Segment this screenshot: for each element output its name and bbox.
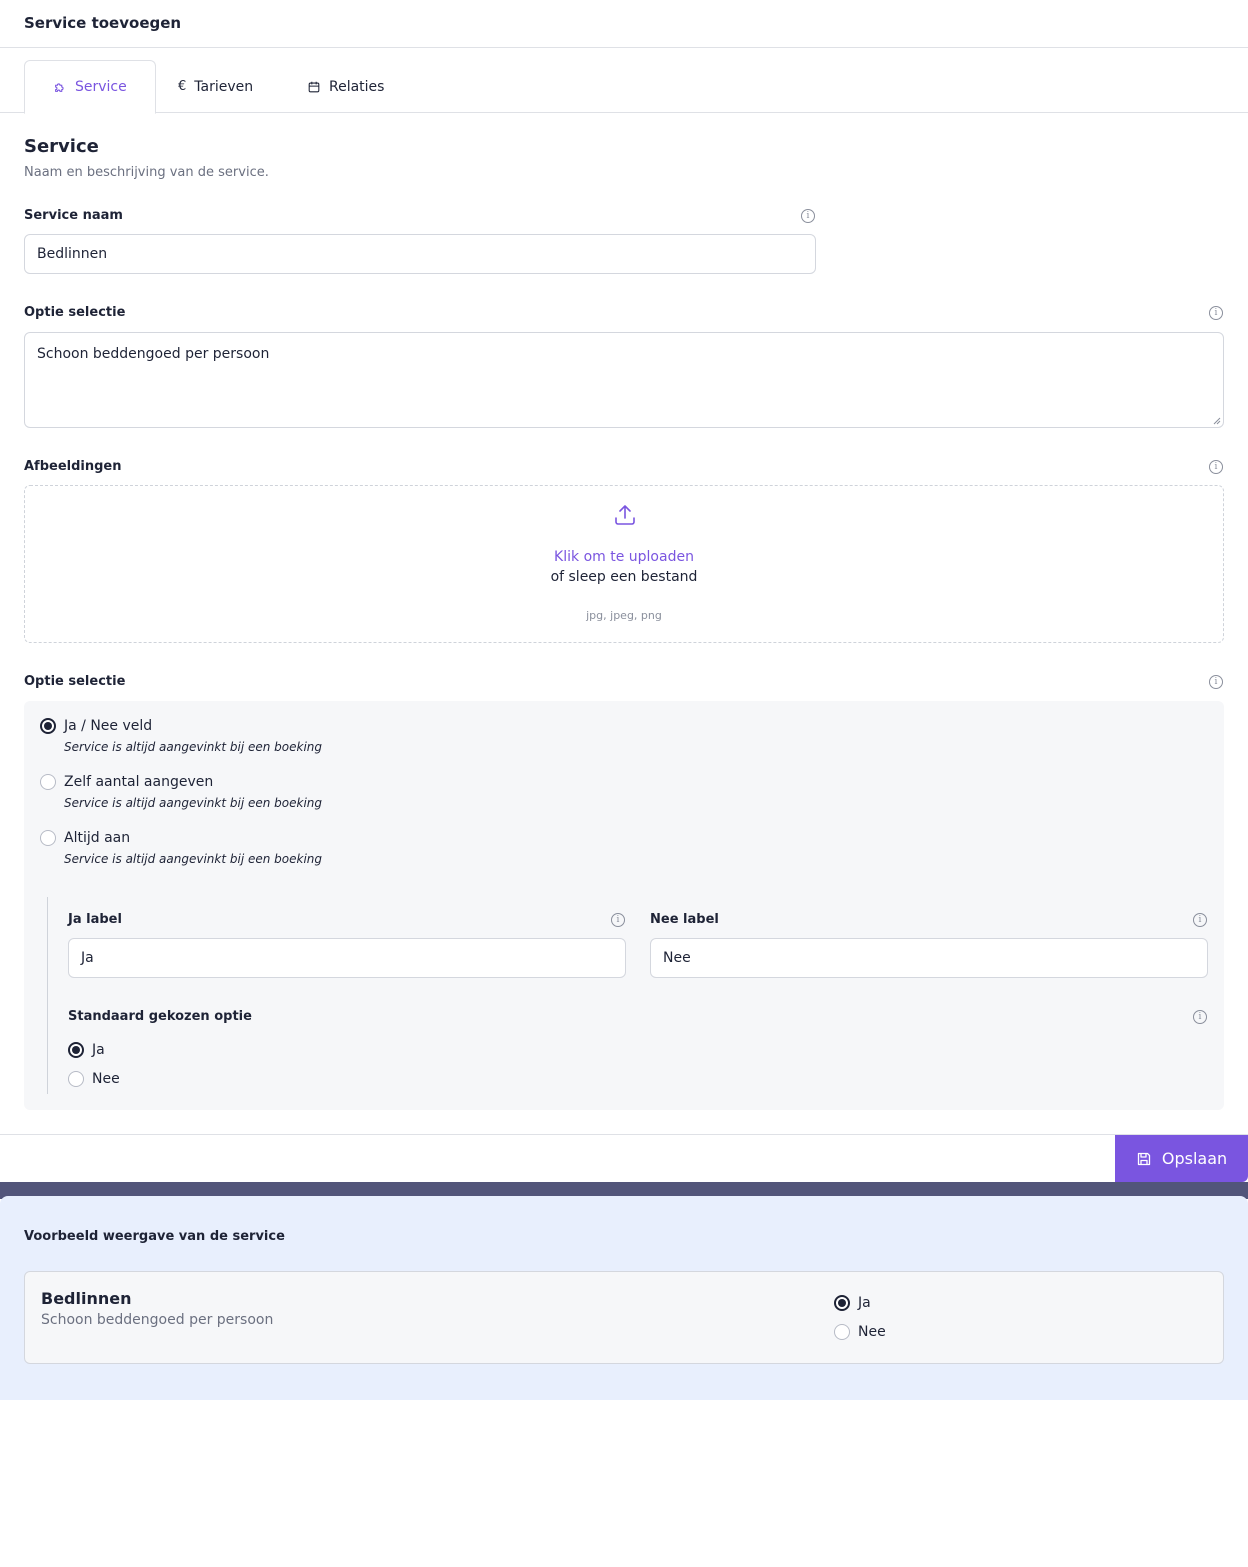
info-icon[interactable]: i bbox=[1209, 675, 1223, 689]
nee-label-input[interactable]: Nee bbox=[650, 938, 1208, 978]
radio-default-nee-label[interactable]: Nee bbox=[92, 1071, 120, 1087]
calendar-icon bbox=[308, 81, 320, 92]
default-option-label: Standaard gekozen optie bbox=[68, 1009, 252, 1024]
info-icon[interactable]: i bbox=[1209, 460, 1223, 474]
upload-drag-text: of sleep een bestand bbox=[550, 569, 698, 585]
radio-zelf-aantal-label[interactable]: Zelf aantal aangeven bbox=[64, 774, 213, 790]
tab-relaties[interactable]: Relaties bbox=[279, 60, 412, 113]
tab-tarieven[interactable]: € Tarieven bbox=[150, 60, 281, 113]
preview-card: Bedlinnen Schoon beddengoed per persoon bbox=[24, 1271, 1224, 1364]
upload-file-types: jpg, jpeg, png bbox=[586, 609, 662, 622]
nee-label-label: Nee label bbox=[650, 912, 719, 927]
preview-radio-ja-label[interactable]: Ja bbox=[858, 1295, 871, 1311]
upload-link[interactable]: Klik om te uploaden bbox=[25, 549, 1223, 565]
upload-icon bbox=[615, 505, 635, 525]
section-title: Service bbox=[24, 136, 99, 157]
tab-tarieven-label: Tarieven bbox=[194, 78, 254, 95]
description-value: Schoon beddengoed per persoon bbox=[37, 346, 270, 362]
service-name-input[interactable]: Bedlinnen bbox=[24, 234, 816, 274]
radio-altijd-aan[interactable] bbox=[40, 830, 56, 846]
save-button-label: Opslaan bbox=[1161, 1149, 1228, 1168]
radio-ja-nee-veld-help: Service is altijd aangevinkt bij een boe… bbox=[64, 740, 323, 754]
page-title: Service toevoegen bbox=[24, 14, 182, 32]
tab-service-label: Service bbox=[75, 79, 127, 95]
info-icon[interactable]: i bbox=[1193, 1010, 1207, 1024]
service-name-label: Service naam bbox=[24, 208, 123, 223]
resize-handle-icon[interactable] bbox=[1213, 417, 1221, 425]
info-icon[interactable]: i bbox=[801, 209, 815, 223]
tab-relaties-label: Relaties bbox=[329, 78, 385, 95]
radio-zelf-aantal-help: Service is altijd aangevinkt bij een boe… bbox=[64, 796, 323, 810]
radio-altijd-aan-help: Service is altijd aangevinkt bij een boe… bbox=[64, 852, 323, 866]
radio-default-ja-label[interactable]: Ja bbox=[92, 1042, 105, 1058]
preview-radio-nee-label[interactable]: Nee bbox=[858, 1324, 886, 1340]
preview-service-name: Bedlinnen bbox=[41, 1289, 132, 1308]
description-textarea[interactable]: Schoon beddengoed per persoon bbox=[24, 332, 1224, 428]
description-label: Optie selectie bbox=[24, 305, 126, 320]
radio-default-nee[interactable] bbox=[68, 1071, 84, 1087]
ja-label-input[interactable]: Ja bbox=[68, 938, 626, 978]
preview-title: Voorbeeld weergave van de service bbox=[24, 1229, 285, 1244]
footer-divider bbox=[0, 1134, 1248, 1135]
ja-label-label: Ja label bbox=[68, 912, 122, 927]
preview-radio-ja[interactable] bbox=[834, 1295, 850, 1311]
info-icon[interactable]: i bbox=[1209, 306, 1223, 320]
preview-service-description: Schoon beddengoed per persoon bbox=[41, 1312, 274, 1328]
section-description: Naam en beschrijving van de service. bbox=[24, 165, 269, 180]
form-card: Service toevoegen Service € Tarieven Rel… bbox=[0, 0, 1248, 1182]
radio-altijd-aan-label[interactable]: Altijd aan bbox=[64, 830, 130, 846]
preview-radio-nee[interactable] bbox=[834, 1324, 850, 1340]
radio-ja-nee-veld-label[interactable]: Ja / Nee veld bbox=[64, 718, 152, 734]
images-label: Afbeeldingen bbox=[24, 459, 122, 474]
option-selection-label: Optie selectie bbox=[24, 674, 126, 689]
image-dropzone[interactable]: Klik om te uploaden of sleep een bestand… bbox=[24, 485, 1224, 643]
puzzle-icon bbox=[55, 83, 64, 92]
page-header: Service toevoegen bbox=[0, 0, 1248, 48]
tab-bar: Service € Tarieven Relaties bbox=[0, 48, 1248, 114]
save-icon bbox=[1137, 1152, 1151, 1165]
radio-default-ja[interactable] bbox=[68, 1042, 84, 1058]
option-selection-panel bbox=[24, 701, 1224, 1110]
euro-icon: € bbox=[178, 79, 187, 94]
info-icon[interactable]: i bbox=[611, 913, 625, 927]
save-button[interactable]: Opslaan bbox=[1115, 1135, 1248, 1182]
nested-divider bbox=[47, 897, 48, 1094]
tab-service[interactable]: Service bbox=[24, 60, 156, 114]
radio-ja-nee-veld[interactable] bbox=[40, 718, 56, 734]
radio-zelf-aantal[interactable] bbox=[40, 774, 56, 790]
info-icon[interactable]: i bbox=[1193, 913, 1207, 927]
